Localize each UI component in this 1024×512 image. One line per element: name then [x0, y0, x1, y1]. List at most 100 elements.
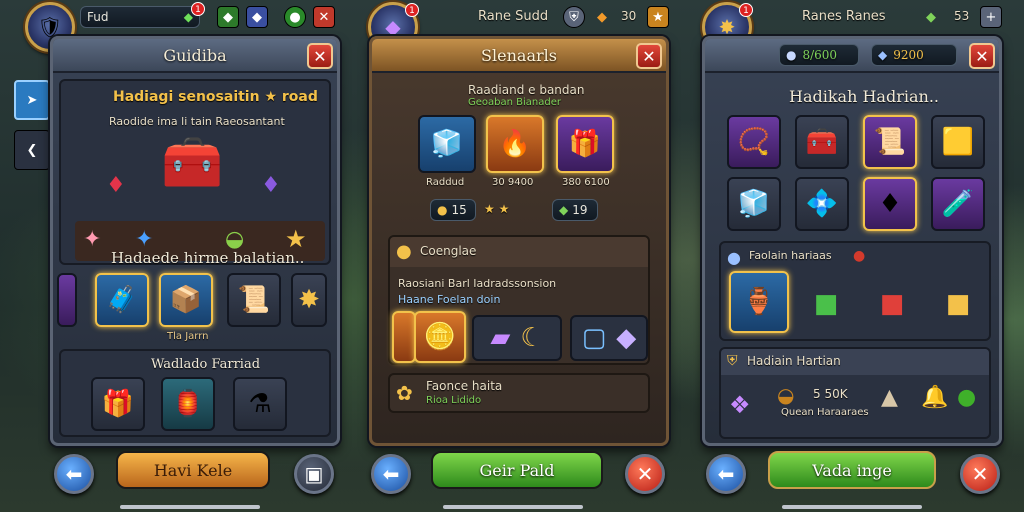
featured-slot-3[interactable]: ⚗ [233, 377, 287, 431]
shield-button[interactable]: ⛨ [563, 6, 585, 28]
green-orb-icon: ● [957, 385, 977, 410]
back-button[interactable]: ⬅ [706, 454, 746, 494]
carousel-slot-edge[interactable] [57, 273, 77, 327]
carousel-slot-star[interactable]: ✸ [291, 273, 327, 327]
reward-sub: Geoaban Bianader [468, 97, 561, 108]
grid-slot-2[interactable]: 🧰 [795, 115, 849, 169]
notification-badge: 1 [739, 3, 753, 17]
resource-count: 53 [954, 9, 970, 23]
game-scene: 🛡 Fud ◆ 1 ◆ ◆ ● ✕ ➤ ❮ Guidiba ✕ Hadiagi … [0, 0, 1024, 512]
coin-icon: ● [437, 203, 448, 217]
card-purple[interactable]: 🎁 [556, 115, 614, 173]
offers-section: ● Faolain hariaas ● 🏺 ■ ■ ■ [719, 241, 991, 341]
panel-left: 🛡 Fud ◆ 1 ◆ ◆ ● ✕ ➤ ❮ Guidiba ✕ Hadiagi … [0, 0, 340, 512]
bell-icon: 🔔 [921, 385, 949, 410]
red-gem-icon: ♦ [106, 173, 126, 198]
close-button[interactable]: ✕ [307, 43, 333, 69]
grid-slot-8[interactable]: 🧪 [931, 177, 985, 231]
stat-value-2: 19 [572, 203, 588, 217]
primary-action-button[interactable]: Geir Pald [431, 451, 603, 489]
side-tab-back[interactable]: ❮ [14, 130, 50, 170]
flower-icon: ✿ [396, 381, 413, 405]
grid-slot-1[interactable]: 📿 [727, 115, 781, 169]
window-title: Hadikah Hadrian.. [789, 87, 939, 106]
cancel-button[interactable]: ✕ [625, 454, 665, 494]
grid-slot-6[interactable]: 💠 [795, 177, 849, 231]
offer-slot-4[interactable]: ■ [931, 277, 985, 331]
shop-slot-edge[interactable] [392, 311, 416, 363]
items-carousel: 🧳 📦 📜 ✸ Tla Jarrn [57, 269, 331, 349]
green-gem-button[interactable]: ◆ [217, 6, 239, 28]
inventory-button[interactable]: ▣ [294, 454, 334, 494]
slot-caption: Tla Jarrn [167, 331, 209, 342]
close-button[interactable]: ✕ [636, 43, 662, 69]
green-coin-button[interactable]: ● [284, 6, 306, 28]
purple-crystal-icon: 💠 [805, 189, 839, 219]
close-button[interactable]: ✕ [969, 43, 995, 69]
featured-slot-2[interactable]: 🏮 [161, 377, 215, 431]
card-orange[interactable]: 🔥 [486, 115, 544, 173]
featured-slot-1[interactable]: 🎁 [91, 377, 145, 431]
grid-slot-4[interactable]: 🟨 [931, 115, 985, 169]
add-resource-button[interactable]: ★ [647, 6, 669, 28]
potion-icon: ⚗ [248, 389, 272, 419]
add-resource-button[interactable]: + [980, 6, 1002, 28]
player-name: Fud [87, 10, 109, 24]
gem-icon: ◆ [926, 9, 936, 25]
window-title: Slenaarls [372, 39, 666, 73]
blue-gem-button[interactable]: ◆ [246, 6, 268, 28]
grid-slot-7[interactable]: ♦ [863, 177, 917, 231]
crystal-box-icon: ▢ [581, 323, 607, 353]
side-tab-active[interactable]: ➤ [14, 80, 50, 120]
gold-chest-icon: 🪙 [423, 322, 457, 352]
shop-line-2: Haane Foelan doin [398, 293, 501, 306]
stat-stars: ★ ★ [484, 202, 510, 216]
shop-slot-middle[interactable]: ▰ ☾ [472, 315, 562, 361]
card-blue[interactable]: 🧊 [418, 115, 476, 173]
offer-slot-2[interactable]: ■ [799, 277, 853, 331]
page-indicator [120, 505, 260, 509]
shop-slot-chest[interactable]: 🪙 [414, 311, 466, 363]
offer-slot-3[interactable]: ■ [865, 277, 919, 331]
grid-slot-5[interactable]: 🧊 [727, 177, 781, 231]
reward-sub: Raodide ima li tain Raeosantant [109, 115, 285, 128]
bonus-heading: Faonce haita [426, 379, 503, 393]
primary-action-button[interactable]: Havi Kele [116, 451, 270, 489]
grid-slot-3[interactable]: 📜 [863, 115, 917, 169]
player-name: Rane Sudd [478, 9, 549, 24]
carousel-slot-chest[interactable]: 🧳 [95, 273, 149, 327]
page-indicator [782, 505, 922, 509]
section2-heading: Hadaede hirme balatian.. [111, 249, 305, 267]
offer-slot-1[interactable]: 🏺 [729, 271, 789, 333]
star-icon: ✸ [298, 285, 320, 315]
carousel-slot-scroll[interactable]: 📜 [227, 273, 281, 327]
lantern-icon: 🏮 [171, 389, 205, 419]
cancel-button[interactable]: ✕ [960, 454, 1000, 494]
shop-slot-right[interactable]: ▢ ◆ [570, 315, 648, 361]
purple-gem-icon: ♦ [261, 173, 281, 198]
green-gem-icon: ◆ [559, 203, 569, 217]
crate-icon: 📦 [169, 285, 203, 315]
bowl-icon: ◒ [777, 383, 795, 407]
main-window: Guidiba ✕ Hadiagi senosaitin ★ road Raod… [50, 36, 340, 446]
crescent-icon: ☾ [520, 323, 544, 353]
card-label-2: 30 9400 [492, 177, 534, 188]
stat-value-1: 15 [451, 203, 467, 217]
back-button[interactable]: ⬅ [54, 454, 94, 494]
carousel-slot-box[interactable]: 📦 [159, 273, 213, 327]
blue-jar-icon: 🏺 [742, 287, 776, 317]
bonus-sub: Rioa Lidido [426, 395, 482, 406]
top-close-button[interactable]: ✕ [313, 6, 335, 28]
back-button[interactable]: ⬅ [371, 454, 411, 494]
featured-heading: Wadlado Farriad [151, 357, 261, 372]
panel-middle: ◆ 1 Rane Sudd ⛨ ◆ 30 ★ Slenaarls ✕ Raadi… [343, 0, 673, 512]
resource-value-1: 8/600 [802, 48, 838, 62]
blue-gem-icon: ◆ [878, 48, 888, 62]
main-window: Slenaarls ✕ Raadiand e bandan Geoaban Bi… [369, 36, 669, 446]
hero-section: ⛨ Hadiain Hartian ❖ ◒ 5 50K Quean Haraar… [719, 347, 991, 439]
primary-action-button[interactable]: Vada inge [768, 451, 936, 489]
hero-value: 5 50K [813, 387, 848, 401]
scroll-icon: 📜 [873, 127, 907, 157]
pink-crystal-icon: ✦ [83, 227, 102, 252]
notification-badge: 1 [191, 2, 205, 16]
